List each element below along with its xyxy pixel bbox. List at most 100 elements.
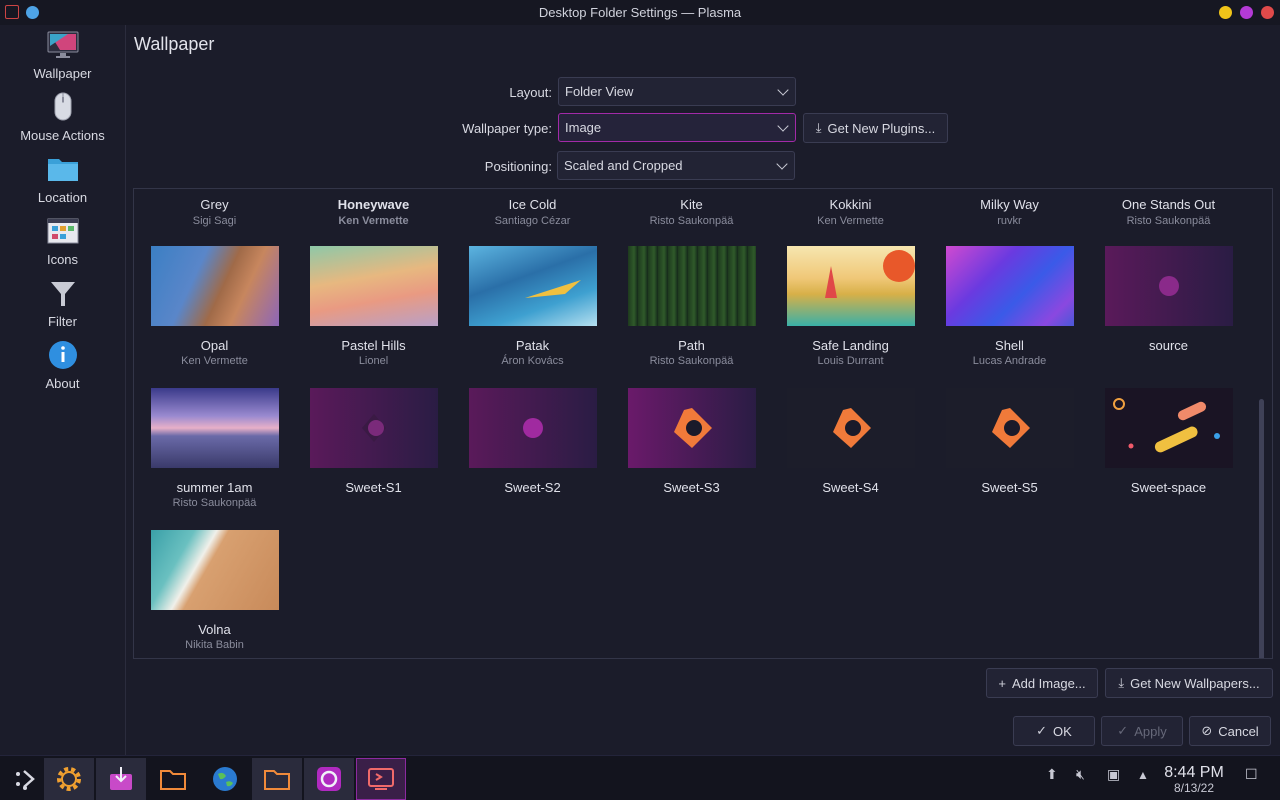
network-icon[interactable]: ▣ xyxy=(1107,766,1120,783)
wallpaper-tile[interactable]: Sweet-S3 xyxy=(612,388,771,530)
wallpaper-tile[interactable]: Milky Way ruvkr xyxy=(930,189,1089,229)
taskbar-browser[interactable] xyxy=(200,758,250,800)
taskbar-app[interactable] xyxy=(304,758,354,800)
wallpaper-thumbnail xyxy=(787,388,915,468)
application-launcher[interactable] xyxy=(0,758,50,800)
wallpaper-type-select[interactable]: Image xyxy=(558,113,796,142)
get-new-plugins-button[interactable]: ⤓ Get New Plugins... xyxy=(803,113,948,143)
wallpaper-name: One Stands Out xyxy=(1121,197,1216,212)
wallpaper-tile[interactable]: Sweet-S1 xyxy=(294,388,453,530)
clock-time[interactable]: 8:44 PM xyxy=(1160,764,1228,782)
wallpaper-thumbnail xyxy=(469,246,597,326)
wallpaper-tile[interactable]: One Stands Out Risto Saukonpää xyxy=(1089,189,1248,229)
wallpaper-tile[interactable]: Pastel Hills Lionel xyxy=(294,246,453,388)
cancel-button[interactable]: ⊘ Cancel xyxy=(1189,716,1271,746)
mouse-icon xyxy=(54,92,72,121)
wallpaper-name: Shell xyxy=(995,338,1024,353)
volume-muted-icon[interactable]: 🔇︎ xyxy=(1076,766,1085,783)
wallpaper-thumbnail xyxy=(151,246,279,326)
get-new-plugins-label: Get New Plugins... xyxy=(827,120,936,136)
wallpaper-tile[interactable]: Path Risto Saukonpää xyxy=(612,246,771,388)
wallpaper-name: Patak xyxy=(515,338,550,353)
wallpaper-name: Sweet-S5 xyxy=(981,480,1038,495)
wallpaper-name: Milky Way xyxy=(980,197,1039,212)
chevron-down-icon xyxy=(777,84,789,96)
wallpaper-tile[interactable]: Safe Landing Louis Durrant xyxy=(771,246,930,388)
layout-select[interactable]: Folder View xyxy=(558,77,796,106)
sidebar-item-mouse-actions[interactable]: Mouse Actions xyxy=(0,87,125,149)
wallpaper-name: Kokkini xyxy=(829,197,872,212)
sidebar-item-location[interactable]: Location xyxy=(0,149,125,211)
wallpaper-author: Nikita Babin xyxy=(185,639,244,651)
launcher-icon xyxy=(16,770,35,790)
download-icon: ⤓ xyxy=(815,120,822,135)
wallpaper-name: Pastel Hills xyxy=(341,338,406,353)
wallpaper-tile[interactable]: Shell Lucas Andrade xyxy=(930,246,1089,388)
maximize-button[interactable] xyxy=(1240,6,1253,19)
desktop-settings-icon xyxy=(368,768,394,790)
show-desktop-icon[interactable]: ☐ xyxy=(1245,766,1258,783)
add-image-button[interactable]: + Add Image... xyxy=(986,668,1098,698)
wallpaper-thumbnail xyxy=(787,246,915,326)
apply-label: Apply xyxy=(1134,723,1167,739)
wallpaper-tile[interactable]: Sweet-S4 xyxy=(771,388,930,530)
apply-button[interactable]: ✓ Apply xyxy=(1101,716,1183,746)
sidebar-item-icons[interactable]: Icons xyxy=(0,211,125,273)
wallpaper-author: Risto Saukonpää xyxy=(649,215,734,227)
clock-date[interactable]: 8/13/22 xyxy=(1160,781,1228,795)
chevron-down-icon xyxy=(776,158,788,170)
layout-label: Layout: xyxy=(509,85,552,100)
wallpaper-tile[interactable]: Grey Sigi Sagi xyxy=(135,189,294,229)
wallpaper-tile[interactable]: Kokkini Ken Vermette xyxy=(771,189,930,229)
taskbar-files-2[interactable] xyxy=(252,758,302,800)
positioning-select[interactable]: Scaled and Cropped xyxy=(557,151,795,180)
wallpaper-tile[interactable]: source xyxy=(1089,246,1248,388)
scrollbar-thumb[interactable] xyxy=(1259,399,1264,658)
sidebar-item-label: About xyxy=(45,376,80,391)
check-icon: ✓ xyxy=(1117,723,1129,738)
get-new-wallpapers-button[interactable]: ⤓ Get New Wallpapers... xyxy=(1105,668,1273,698)
taskbar-files[interactable] xyxy=(148,758,198,800)
wallpaper-author: Risto Saukonpää xyxy=(1126,215,1211,227)
positioning-label: Positioning: xyxy=(484,159,552,174)
wallpaper-name: Honeywave xyxy=(337,197,410,212)
filter-icon xyxy=(51,282,75,306)
wallpaper-tile-selected[interactable]: Honeywave Ken Vermette xyxy=(294,189,453,229)
wallpaper-thumbnail xyxy=(310,246,438,326)
wallpaper-tile[interactable]: Volna Nikita Babin xyxy=(135,530,294,658)
wallpaper-tile[interactable]: Sweet-S2 xyxy=(453,388,612,530)
wallpaper-name: Volna xyxy=(198,622,231,637)
check-icon: ✓ xyxy=(1036,723,1048,738)
grid-scrollbar[interactable] xyxy=(1259,399,1264,658)
sidebar-item-label: Mouse Actions xyxy=(20,128,105,143)
close-button[interactable] xyxy=(1261,6,1274,19)
sidebar-item-about[interactable]: About xyxy=(0,335,125,397)
minimize-button[interactable] xyxy=(1219,6,1232,19)
taskbar-discover[interactable] xyxy=(96,758,146,800)
wallpaper-name: source xyxy=(1148,338,1189,353)
wallpaper-name: Sweet-S3 xyxy=(663,480,720,495)
wallpaper-tile[interactable]: Patak Áron Kovács xyxy=(453,246,612,388)
wallpaper-tile[interactable]: summer 1am Risto Saukonpää xyxy=(135,388,294,530)
wallpaper-grid[interactable]: Grey Sigi Sagi Honeywave Ken Vermette Ic… xyxy=(133,188,1273,659)
wallpaper-author: Ken Vermette xyxy=(181,355,248,367)
taskbar-system-settings[interactable] xyxy=(44,758,94,800)
wallpaper-tile[interactable]: Opal Ken Vermette xyxy=(135,246,294,388)
wallpaper-tile[interactable]: Ice Cold Santiago Cézar xyxy=(453,189,612,229)
update-icon[interactable]: ⬆ xyxy=(1046,766,1058,783)
sidebar-item-label: Icons xyxy=(46,252,79,267)
sidebar-item-wallpaper[interactable]: Wallpaper xyxy=(0,25,125,87)
wallpaper-name: Ice Cold xyxy=(508,197,557,212)
wallpaper-tile[interactable]: Kite Risto Saukonpää xyxy=(612,189,771,229)
wallpaper-tile[interactable]: Sweet-space xyxy=(1089,388,1248,530)
wallpaper-thumbnail xyxy=(628,388,756,468)
add-image-label: Add Image... xyxy=(1011,675,1086,691)
taskbar-desktop-settings[interactable] xyxy=(356,758,406,800)
ok-button[interactable]: ✓ OK xyxy=(1013,716,1095,746)
wallpaper-name: Safe Landing xyxy=(812,338,889,353)
sidebar-item-filter[interactable]: Filter xyxy=(0,273,125,335)
tray-expand-icon[interactable]: ▲ xyxy=(1137,768,1149,782)
wallpaper-thumbnail xyxy=(310,388,438,468)
layout-value: Folder View xyxy=(565,84,634,99)
wallpaper-tile[interactable]: Sweet-S5 xyxy=(930,388,1089,530)
